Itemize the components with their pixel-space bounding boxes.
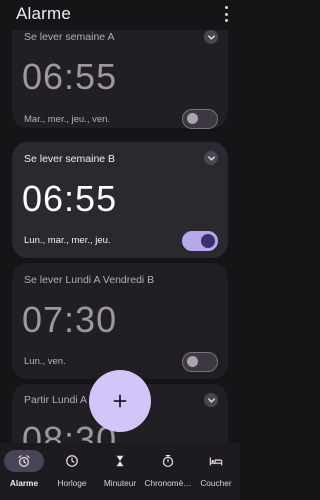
alarm-toggle[interactable]: [182, 352, 218, 372]
chevron-down-icon[interactable]: [204, 151, 218, 165]
nav-item-stopwatch[interactable]: Chronomè…: [144, 443, 192, 500]
nav-label: Minuteur: [103, 478, 137, 488]
more-options-icon[interactable]: [222, 6, 230, 22]
alarm-days: Lun., mar., mer., jeu.: [24, 235, 111, 246]
alarm-time[interactable]: 06:55: [22, 56, 117, 98]
alarm-card[interactable]: Se lever Lundi A Vendredi B 07:30 Lun., …: [12, 263, 228, 379]
alarm-icon: [4, 450, 44, 472]
nav-item-timer[interactable]: Minuteur: [96, 443, 144, 500]
alarm-toggle[interactable]: [182, 231, 218, 251]
nav-label: Coucher: [200, 478, 232, 488]
nav-label: Horloge: [57, 478, 87, 488]
alarm-days: Lun., ven.: [24, 356, 66, 367]
toggle-knob: [187, 113, 198, 124]
toggle-knob: [201, 233, 215, 248]
nav-item-bedtime[interactable]: Coucher: [192, 443, 240, 500]
alarm-days: Mar., mer., jeu., ven.: [24, 114, 111, 125]
alarm-card[interactable]: Se lever semaine B 06:55 Lun., mar., mer…: [12, 142, 228, 258]
toggle-knob: [187, 356, 198, 367]
bed-icon: [196, 450, 236, 472]
stopwatch-icon: [148, 450, 188, 472]
chevron-down-icon[interactable]: [204, 393, 218, 407]
alarm-time[interactable]: 06:55: [22, 178, 117, 220]
nav-item-clock[interactable]: Horloge: [48, 443, 96, 500]
plus-icon: [113, 394, 127, 408]
clock-icon: [52, 450, 92, 472]
alarm-time[interactable]: 07:30: [22, 299, 117, 341]
app-header: Alarme: [0, 0, 240, 30]
alarm-label[interactable]: Se lever Lundi A Vendredi B: [24, 274, 154, 286]
hourglass-icon: [100, 450, 140, 472]
nav-label: Alarme: [9, 478, 39, 488]
add-alarm-button[interactable]: [89, 370, 151, 432]
clock-app: Se lever semaine A 06:55 Mar., mer., jeu…: [0, 0, 240, 500]
alarm-label[interactable]: Partir Lundi A: [24, 394, 87, 406]
nav-item-alarm[interactable]: Alarme: [0, 443, 48, 500]
nav-label: Chronomè…: [144, 478, 192, 488]
alarm-label[interactable]: Se lever semaine A: [24, 31, 114, 43]
page-title: Alarme: [16, 4, 72, 23]
alarm-toggle[interactable]: [182, 109, 218, 129]
chevron-down-icon[interactable]: [204, 30, 218, 44]
bottom-navigation: Alarme Horloge Minuteur Chronomè… Couche…: [0, 443, 240, 500]
alarm-label[interactable]: Se lever semaine B: [24, 153, 115, 165]
